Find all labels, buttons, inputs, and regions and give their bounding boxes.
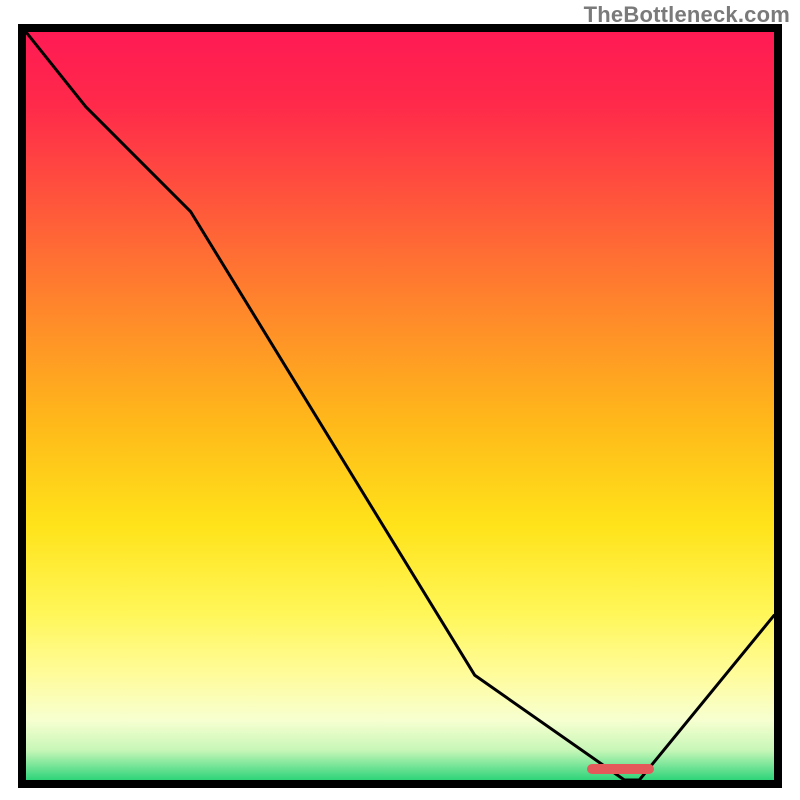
highlight-marker [587, 764, 654, 774]
data-curve [26, 32, 774, 780]
plot-frame [18, 24, 782, 788]
chart-container: TheBottleneck.com [0, 0, 800, 800]
